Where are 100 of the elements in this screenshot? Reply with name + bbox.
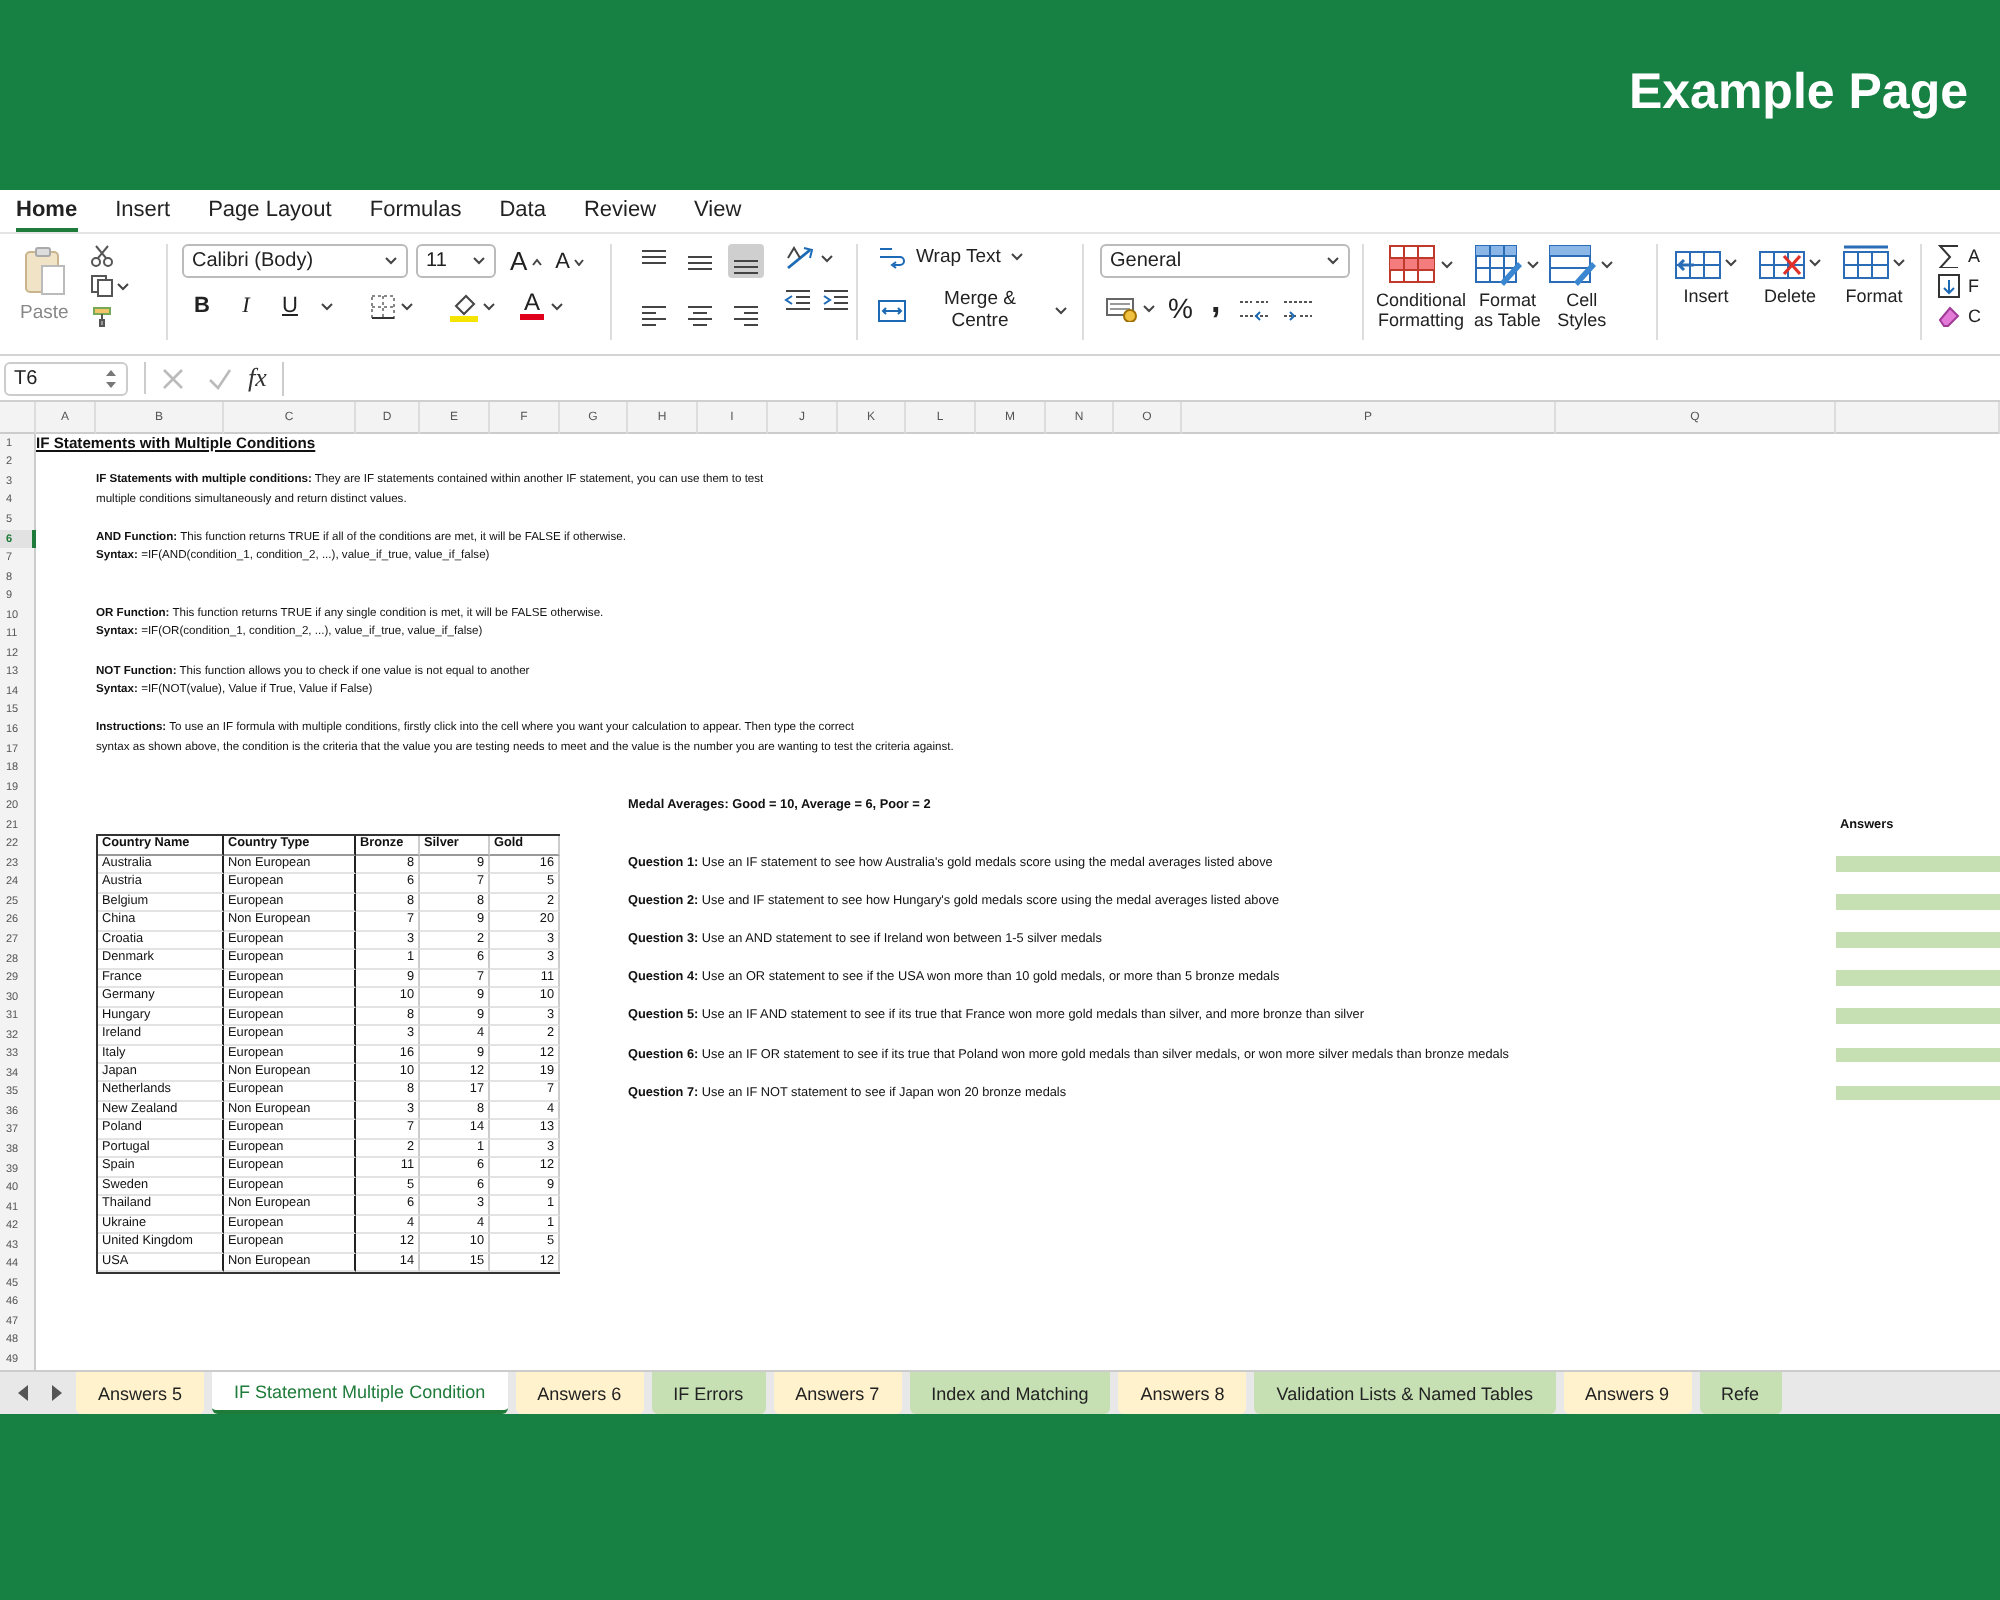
fill-color-icon[interactable] [450, 291, 478, 321]
banner-title: Example Page [1628, 64, 1968, 122]
format-painter-icon[interactable] [90, 304, 115, 328]
align-lines-icon [640, 248, 668, 264]
sheet-tab[interactable]: Answers 7 [773, 1372, 902, 1414]
caret-icon [384, 256, 398, 266]
caret-up-icon [531, 257, 542, 265]
format-as-table-button[interactable]: Format as Table [1474, 244, 1541, 340]
font-color-button[interactable]: A [520, 292, 565, 320]
ribbon-tab[interactable]: Review [583, 198, 657, 232]
sheet-tab[interactable]: Answers 6 [515, 1372, 644, 1414]
caret-icon [1526, 260, 1541, 270]
bold-button[interactable]: B [188, 290, 216, 322]
copy-icon[interactable] [90, 274, 115, 298]
conditional-formatting-button[interactable]: Conditional Formatting [1376, 244, 1467, 340]
align-lines-icon [686, 304, 714, 326]
caret-icon [320, 301, 334, 311]
stepper-icon [104, 367, 118, 389]
answer-cell[interactable] [1836, 970, 2000, 986]
increase-indent-icon[interactable] [822, 288, 848, 312]
sheet-tab[interactable]: Validation Lists & Named Tables [1254, 1372, 1555, 1414]
ribbon-tab[interactable]: Formulas [369, 198, 462, 232]
paste-button[interactable]: Paste [20, 244, 69, 340]
font-size-field[interactable]: 11 [416, 244, 496, 278]
ribbon-tab[interactable]: Data [499, 198, 546, 232]
arrow-right-icon[interactable] [50, 1384, 64, 1402]
caret-icon [1724, 258, 1738, 268]
align-bottom-button[interactable] [728, 244, 764, 278]
accounting-format-icon[interactable] [1106, 295, 1138, 321]
clipboard-icon [20, 244, 69, 296]
answer-cell[interactable] [1836, 894, 2000, 910]
caret-icon [482, 301, 496, 311]
answer-cell[interactable] [1836, 1008, 2000, 1024]
table-grid-icon [1388, 244, 1439, 286]
sheet-tab[interactable]: Answers 5 [76, 1372, 205, 1414]
answer-cell[interactable] [1836, 1047, 2000, 1063]
grow-font-button[interactable]: A [510, 246, 542, 276]
sheet-tab[interactable]: IF Errors [651, 1372, 766, 1414]
text-orientation-icon[interactable] [784, 244, 816, 272]
sum-button[interactable]: A [1938, 244, 1981, 268]
sheet-tab[interactable]: Refe [1699, 1372, 1782, 1414]
caret-icon [1892, 258, 1906, 268]
caret-icon [1326, 256, 1340, 266]
clear-button[interactable]: C [1938, 304, 1981, 328]
comma-button[interactable]: , [1204, 292, 1227, 324]
table-grid-icon [1842, 244, 1890, 282]
answer-cell[interactable] [1836, 1085, 2000, 1101]
decrease-indent-icon[interactable] [784, 288, 810, 312]
increase-decimal-icon[interactable] [1238, 295, 1271, 321]
format-cells-button[interactable]: Format [1842, 244, 1906, 340]
caret-icon [820, 253, 834, 263]
delete-cells-button[interactable]: Delete [1758, 244, 1822, 340]
insert-function-button[interactable]: fx [248, 362, 267, 394]
caret-icon [1054, 305, 1068, 315]
table-grid-icon [1474, 244, 1525, 286]
caret-icon [472, 256, 486, 266]
caret-icon [1440, 260, 1455, 270]
sheet-tab[interactable]: Index and Matching [909, 1372, 1111, 1414]
caret-icon [400, 301, 414, 311]
insert-cells-button[interactable]: Insert [1674, 244, 1738, 340]
sheet-tab[interactable]: Answers 8 [1118, 1372, 1247, 1414]
font-name-field[interactable]: Calibri (Body) [182, 244, 408, 278]
sheet-tab[interactable]: Answers 9 [1563, 1372, 1692, 1414]
caret-icon [550, 301, 565, 311]
eraser-icon [1938, 304, 1960, 328]
ribbon-tab[interactable]: View [694, 198, 742, 232]
wrap-text-button[interactable]: Wrap Text [878, 244, 1068, 270]
caret-icon [116, 281, 131, 291]
ribbon-tab[interactable]: Home [16, 198, 78, 232]
sigma-icon [1938, 244, 1960, 268]
wrap-text-icon [878, 244, 906, 270]
sheet-tab[interactable]: IF Statement Multiple Condition [212, 1372, 508, 1414]
underline-button[interactable]: U [276, 290, 304, 322]
number-format-field[interactable]: General [1100, 244, 1350, 278]
caret-icon [1808, 258, 1822, 268]
merge-cells-icon [878, 297, 906, 323]
align-lines-icon [732, 304, 760, 326]
borders-icon[interactable] [370, 293, 396, 319]
checkmark-icon[interactable] [208, 367, 232, 389]
shrink-font-button[interactable]: A [555, 249, 585, 273]
caret-icon [1010, 252, 1025, 262]
italic-button[interactable]: I [232, 290, 260, 322]
caret-icon [1600, 260, 1615, 270]
answer-cell[interactable] [1836, 932, 2000, 948]
ribbon-tab[interactable]: Page Layout [208, 198, 332, 232]
merge-button[interactable]: Merge & Centre [878, 288, 1068, 332]
fill-button[interactable]: F [1938, 274, 1981, 298]
caret-down-icon [574, 257, 585, 265]
cell-styles-button[interactable]: Cell Styles [1548, 244, 1615, 340]
scissors-icon[interactable] [90, 244, 115, 268]
caret-icon [1142, 303, 1156, 313]
align-lines-icon [640, 304, 668, 326]
decrease-decimal-icon[interactable] [1282, 295, 1315, 321]
answer-cell[interactable] [1836, 856, 2000, 872]
table-grid-icon [1548, 244, 1599, 286]
align-lines-icon [732, 258, 760, 274]
name-box[interactable]: T6 [4, 361, 128, 395]
ribbon-tab[interactable]: Insert [115, 198, 171, 232]
percent-button[interactable]: % [1168, 292, 1193, 324]
arrow-left-icon[interactable] [16, 1384, 30, 1402]
